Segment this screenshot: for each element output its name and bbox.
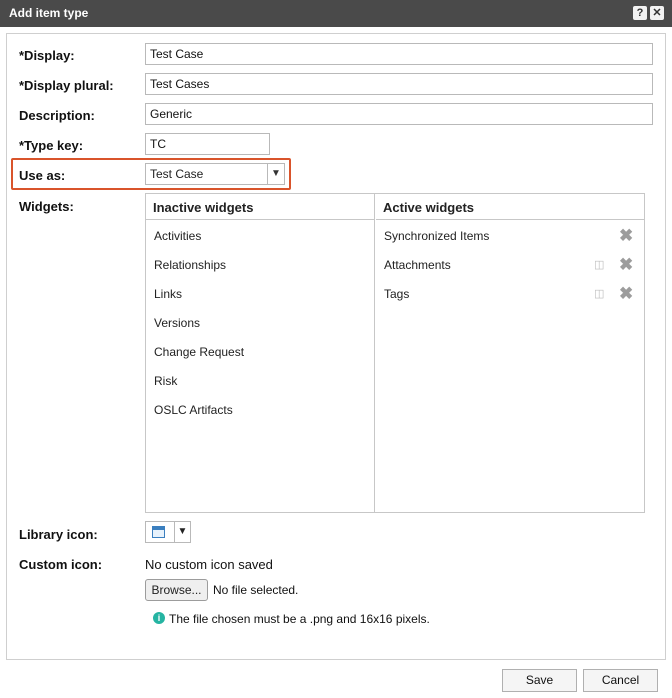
display-plural-input[interactable]: Test Cases: [145, 73, 653, 95]
remove-icon[interactable]: ✖: [619, 285, 633, 302]
chevron-down-icon[interactable]: ▼: [267, 164, 284, 184]
type-key-label: *Type key:: [19, 138, 84, 153]
active-widget-item[interactable]: Synchronized Items: [384, 229, 489, 243]
browse-button[interactable]: Browse...: [145, 579, 208, 601]
remove-icon[interactable]: ✖: [619, 227, 633, 244]
description-input[interactable]: Generic: [145, 103, 653, 125]
info-text: The file chosen must be a .png and 16x16…: [169, 612, 430, 626]
description-label: Description:: [19, 108, 95, 123]
use-as-label: Use as:: [19, 168, 66, 183]
display-label: *Display:: [19, 48, 75, 63]
display-plural-label: *Display plural:: [19, 78, 114, 93]
inactive-widget-item[interactable]: Versions: [154, 316, 200, 330]
active-widgets-header: Active widgets: [376, 194, 644, 220]
dialog-titlebar: Add item type ? ✕: [0, 0, 672, 27]
custom-icon-status: No custom icon saved: [145, 557, 273, 572]
widgets-panel: Inactive widgets Activities Relationship…: [145, 193, 645, 513]
widgets-label: Widgets:: [19, 199, 74, 214]
active-widgets-column: Active widgets Synchronized Items ✖ Atta…: [376, 194, 644, 512]
cancel-button[interactable]: Cancel: [583, 669, 658, 692]
inactive-widget-item[interactable]: Relationships: [154, 258, 226, 272]
display-input[interactable]: Test Case: [145, 43, 653, 65]
remove-icon[interactable]: ✖: [619, 256, 633, 273]
inactive-widget-item[interactable]: Links: [154, 287, 182, 301]
custom-icon-label: Custom icon:: [19, 557, 103, 572]
inactive-widget-item[interactable]: OSLC Artifacts: [154, 403, 233, 417]
library-icon-select[interactable]: ▼: [145, 521, 191, 543]
save-button[interactable]: Save: [502, 669, 577, 692]
active-widget-item[interactable]: Tags: [384, 287, 409, 301]
library-icon-label: Library icon:: [19, 527, 98, 542]
inactive-widget-item[interactable]: Activities: [154, 229, 201, 243]
chevron-down-icon[interactable]: ▼: [174, 522, 190, 542]
help-icon[interactable]: ?: [633, 6, 647, 20]
inactive-widgets-column: Inactive widgets Activities Relationship…: [146, 194, 375, 512]
move-widget-icon[interactable]: ◫: [594, 258, 609, 272]
file-status: No file selected.: [213, 583, 299, 597]
info-icon: i: [153, 612, 165, 624]
inactive-widgets-header: Inactive widgets: [146, 194, 374, 220]
move-widget-icon[interactable]: ◫: [594, 287, 609, 301]
close-icon[interactable]: ✕: [650, 6, 664, 20]
dialog-title: Add item type: [9, 6, 89, 20]
active-widget-item[interactable]: Attachments: [384, 258, 451, 272]
inactive-widget-item[interactable]: Risk: [154, 374, 177, 388]
type-key-input[interactable]: TC: [145, 133, 270, 155]
inactive-widget-item[interactable]: Change Request: [154, 345, 244, 359]
use-as-value: Test Case: [150, 167, 204, 181]
use-as-select[interactable]: Test Case ▼: [145, 163, 285, 185]
window-icon: [152, 526, 165, 538]
